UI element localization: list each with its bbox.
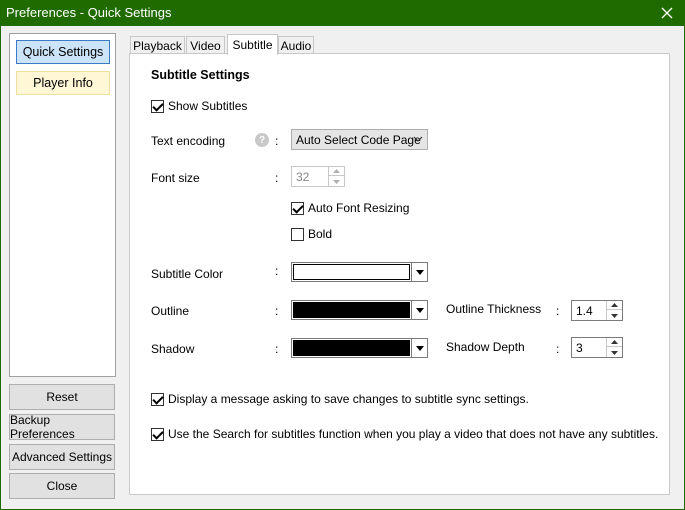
chevron-down-icon — [413, 136, 423, 142]
subtitle-color-picker[interactable] — [291, 262, 428, 282]
title-bar: Preferences - Quick Settings — [0, 0, 685, 26]
sync-message-checkbox[interactable]: Display a message asking to save changes… — [151, 392, 529, 406]
subtitle-panel: Subtitle Settings Show Subtitles Text en… — [129, 53, 670, 495]
stepper-arrows[interactable] — [606, 338, 622, 357]
sidebar: Quick Settings Player Info — [9, 33, 116, 377]
chevron-down-icon — [411, 339, 427, 357]
stepper-value: 3 — [576, 340, 583, 355]
shadow-depth-label: Shadow Depth — [446, 340, 525, 354]
sidebar-item-quick-settings[interactable]: Quick Settings — [16, 40, 110, 64]
text-encoding-label: Text encoding — [151, 134, 226, 148]
reset-button[interactable]: Reset — [9, 384, 115, 410]
close-button[interactable]: Close — [9, 473, 115, 499]
tab-video[interactable]: Video — [186, 36, 225, 54]
stepper-value: 1.4 — [576, 303, 593, 318]
bold-checkbox[interactable]: Bold — [291, 227, 332, 241]
outline-color-picker[interactable] — [291, 300, 428, 320]
stepper-up-icon[interactable] — [607, 338, 622, 347]
colon: : — [275, 134, 279, 148]
shadow-label: Shadow — [151, 342, 195, 356]
checkbox-box — [151, 392, 164, 406]
sidebar-item-player-info[interactable]: Player Info — [16, 71, 110, 95]
checkbox-label: Auto Font Resizing — [308, 201, 410, 215]
help-icon[interactable]: ? — [255, 133, 269, 147]
stepper-value: 32 — [296, 169, 310, 184]
checkbox-box — [151, 99, 164, 113]
stepper-up-icon[interactable] — [607, 301, 622, 310]
colon: : — [556, 304, 560, 318]
checkbox-box — [291, 227, 304, 241]
chevron-down-icon — [411, 263, 427, 281]
colon: : — [556, 342, 560, 356]
subtitle-color-label: Subtitle Color — [151, 267, 224, 281]
stepper-down-icon[interactable] — [329, 177, 344, 186]
backup-preferences-button[interactable]: Backup Preferences — [9, 413, 115, 441]
colon: : — [275, 304, 279, 318]
section-title: Subtitle Settings — [151, 68, 250, 82]
preferences-window: Quick Settings Player Info Reset Backup … — [0, 26, 685, 510]
color-swatch — [293, 264, 410, 280]
sidebar-item-label: Player Info — [33, 76, 93, 90]
window-title: Preferences - Quick Settings — [6, 5, 172, 20]
auto-font-resizing-checkbox[interactable]: Auto Font Resizing — [291, 201, 409, 215]
advanced-settings-button[interactable]: Advanced Settings — [9, 444, 115, 470]
stepper-up-icon[interactable] — [329, 167, 344, 176]
color-swatch — [293, 340, 410, 356]
text-encoding-select[interactable]: Auto Select Code Page — [291, 129, 428, 150]
show-subtitles-checkbox[interactable]: Show Subtitles — [151, 99, 247, 113]
chevron-down-icon — [411, 301, 427, 319]
font-size-stepper[interactable]: 32 — [291, 166, 345, 187]
colon: : — [275, 264, 279, 278]
search-subtitles-checkbox[interactable]: Use the Search for subtitles function wh… — [151, 427, 658, 441]
checkbox-label: Display a message asking to save changes… — [168, 392, 529, 406]
checkbox-label: Use the Search for subtitles function wh… — [168, 427, 659, 441]
stepper-arrows[interactable] — [328, 167, 344, 186]
tab-audio[interactable]: Audio — [278, 36, 314, 54]
checkbox-box — [291, 201, 304, 215]
checkbox-label: Show Subtitles — [168, 99, 248, 113]
select-value: Auto Select Code Page — [296, 132, 421, 147]
outline-label: Outline — [151, 304, 190, 318]
colon: : — [275, 171, 279, 185]
stepper-down-icon[interactable] — [607, 348, 622, 357]
sidebar-item-label: Quick Settings — [22, 45, 104, 59]
shadow-depth-stepper[interactable]: 3 — [571, 337, 623, 358]
stepper-arrows[interactable] — [606, 301, 622, 320]
stepper-down-icon[interactable] — [607, 311, 622, 320]
shadow-color-picker[interactable] — [291, 338, 428, 358]
checkbox-label: Bold — [308, 227, 333, 241]
colon: : — [275, 342, 279, 356]
tab-subtitle[interactable]: Subtitle — [227, 34, 278, 55]
outline-thickness-label: Outline Thickness — [446, 302, 542, 316]
close-icon[interactable] — [657, 3, 677, 23]
outline-thickness-stepper[interactable]: 1.4 — [571, 300, 623, 321]
font-size-label: Font size — [151, 171, 200, 185]
color-swatch — [293, 302, 410, 318]
checkbox-box — [151, 427, 164, 441]
tab-playback[interactable]: Playback — [130, 36, 185, 54]
